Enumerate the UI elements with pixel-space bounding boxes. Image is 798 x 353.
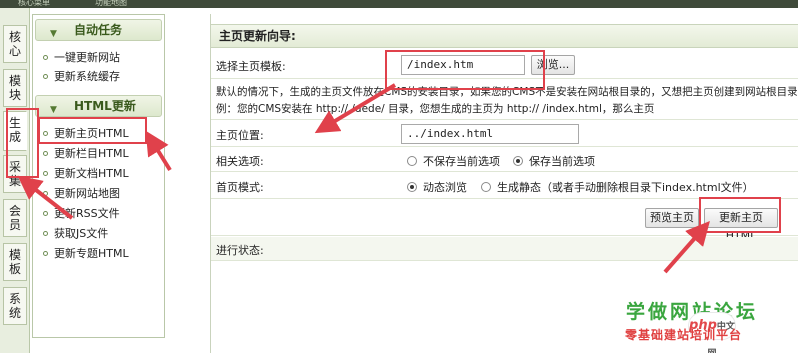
radio-icon	[481, 182, 491, 192]
update-home-html-button[interactable]: 更新主页HTML	[704, 208, 778, 242]
note-row: 默认的情况下，生成的主页文件放在CMS的安装目录，如果您的CMS不是安装在网站根…	[211, 80, 798, 120]
options-row: 相关选项: 不保存当前选项 保存当前选项	[211, 148, 798, 172]
bullet-icon	[43, 54, 48, 60]
template-row: 选择主页模板: /index.htm 浏览...	[211, 49, 798, 79]
tab-core[interactable]: 核心	[3, 25, 27, 63]
status-row: 进行状态:	[211, 237, 798, 261]
template-label: 选择主页模板:	[216, 60, 286, 73]
position-row: 主页位置: ../index.html	[211, 121, 798, 147]
sidebar-item-update-column-html[interactable]: 更新栏目HTML	[43, 145, 129, 163]
radio-icon	[407, 156, 417, 166]
module-tabs: 核心 模块 生成 采集 会员 模板 系统	[0, 8, 30, 353]
note-line-2: 例：您的CMS安装在 http:// /dede/ 目录，您想生成的主页为 ht…	[216, 103, 655, 115]
tab-collect[interactable]: 采集	[3, 155, 27, 193]
status-label: 进行状态:	[216, 244, 264, 257]
mode-row: 首页模式: 动态浏览 生成静态（或者手动删除根目录下index.html文件）	[211, 173, 798, 199]
tab-generate[interactable]: 生成	[3, 111, 27, 151]
section-title: HTML更新	[74, 99, 136, 113]
option-no-save[interactable]: 不保存当前选项	[407, 153, 500, 169]
template-input[interactable]: /index.htm	[401, 55, 525, 75]
bullet-icon	[43, 170, 48, 176]
section-html-update[interactable]: ▼ HTML更新	[35, 95, 162, 117]
browse-button[interactable]: 浏览...	[531, 55, 575, 75]
bullet-icon	[43, 130, 48, 136]
bullet-icon	[43, 250, 48, 256]
bullet-icon	[43, 190, 48, 196]
top-map-text: 功能地图	[95, 0, 127, 7]
tab-system[interactable]: 系统	[3, 287, 27, 325]
mode-static[interactable]: 生成静态（或者手动删除根目录下index.html文件）	[481, 179, 754, 195]
options-label: 相关选项:	[216, 155, 264, 168]
tab-module[interactable]: 模块	[3, 69, 27, 107]
section-auto-tasks[interactable]: ▼ 自动任务	[35, 19, 162, 41]
tab-member[interactable]: 会员	[3, 199, 27, 237]
sidebar-item-update-doc-html[interactable]: 更新文档HTML	[43, 165, 129, 183]
mode-label: 首页模式:	[216, 181, 264, 194]
position-label: 主页位置:	[216, 129, 264, 142]
sidebar-item-update-rss[interactable]: 更新RSS文件	[43, 205, 120, 223]
position-input[interactable]: ../index.html	[401, 124, 579, 144]
option-save[interactable]: 保存当前选项	[513, 153, 595, 169]
chevron-down-icon: ▼	[50, 105, 57, 115]
bullet-icon	[43, 150, 48, 156]
bullet-icon	[43, 210, 48, 216]
sidebar-item-update-cache[interactable]: 更新系统缓存	[43, 68, 120, 86]
sidebar-item-get-js[interactable]: 获取JS文件	[43, 225, 108, 243]
bullet-icon	[43, 73, 48, 79]
top-menu-text: 核心菜单	[18, 0, 50, 7]
radio-checked-icon	[407, 182, 417, 192]
note-line-1: 默认的情况下，生成的主页文件放在CMS的安装目录，如果您的CMS不是安装在网站根…	[216, 86, 798, 98]
watermark-subtitle: 零基础建站培训平台	[625, 328, 743, 342]
chevron-down-icon: ▼	[50, 29, 57, 39]
bullet-icon	[43, 230, 48, 236]
tab-template[interactable]: 模板	[3, 243, 27, 281]
sidebar: ▼ 自动任务 一键更新网站 更新系统缓存 ▼ HTML更新 更新主页HTML 更…	[32, 14, 165, 338]
sidebar-item-update-topic-html[interactable]: 更新专题HTML	[43, 245, 129, 263]
sidebar-item-update-sitemap[interactable]: 更新网站地图	[43, 185, 120, 203]
sidebar-item-update-site[interactable]: 一键更新网站	[43, 49, 120, 67]
mode-dynamic[interactable]: 动态浏览	[407, 179, 467, 195]
actions-row: 预览主页 更新主页HTML	[211, 200, 798, 242]
top-bar: 核心菜单 功能地图	[0, 0, 798, 8]
section-title: 自动任务	[74, 23, 123, 37]
preview-home-button[interactable]: 预览主页	[645, 208, 699, 228]
page-title: 主页更新向导:	[211, 24, 798, 48]
sidebar-item-update-home-html[interactable]: 更新主页HTML	[43, 125, 129, 143]
radio-checked-icon	[513, 156, 523, 166]
